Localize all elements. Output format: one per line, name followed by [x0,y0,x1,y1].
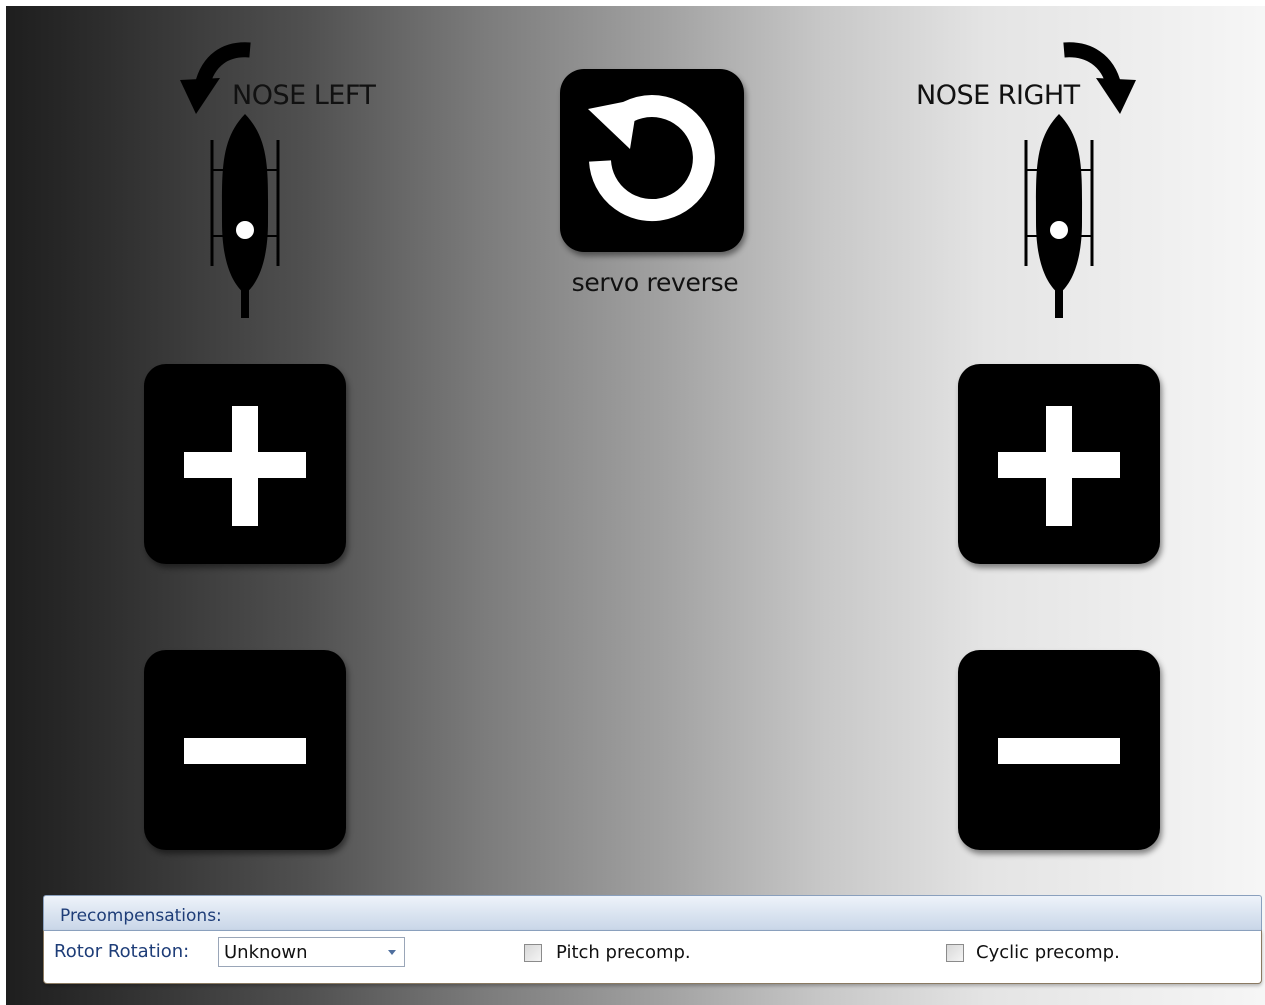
nose-right-minus-button[interactable] [958,650,1160,850]
precompensations-header: Precompensations: [43,895,1262,930]
plus-icon [998,406,1120,526]
minus-icon [998,738,1120,764]
curved-arrow-right-icon [1063,42,1136,114]
servo-reverse-button[interactable] [560,69,744,252]
nose-left-plus-button[interactable] [144,364,346,564]
nose-left-label: NOSE LEFT [232,80,376,111]
helicopter-top-view-icon [210,114,280,318]
cyclic-precomp-checkbox[interactable] [946,944,964,962]
pitch-precomp-checkbox[interactable] [524,944,542,962]
rotate-ccw-icon [588,95,715,222]
precompensations-body: Rotor Rotation: Unknown Pitch precomp. C… [43,930,1262,984]
minus-icon [184,738,306,764]
nose-right-label: NOSE RIGHT [916,80,1080,111]
rotor-rotation-value: Unknown [224,942,308,963]
cyclic-precomp-label[interactable]: Cyclic precomp. [976,942,1120,963]
rotor-rotation-select[interactable]: Unknown [218,937,405,967]
pitch-precomp-label[interactable]: Pitch precomp. [556,942,691,963]
plus-icon [184,406,306,526]
tail-setup-area: NOSE LEFT servo reverse NOSE RIGHT [6,6,1265,1005]
nose-left-minus-button[interactable] [144,650,346,850]
helicopter-top-view-icon [1024,114,1094,318]
precompensations-title: Precompensations: [60,906,222,926]
rotor-rotation-label: Rotor Rotation: [54,941,190,962]
nose-right-plus-button[interactable] [958,364,1160,564]
chevron-down-icon [388,950,396,955]
servo-reverse-label: servo reverse [571,268,739,297]
precompensations-panel: Precompensations: Rotor Rotation: Unknow… [43,895,1262,984]
